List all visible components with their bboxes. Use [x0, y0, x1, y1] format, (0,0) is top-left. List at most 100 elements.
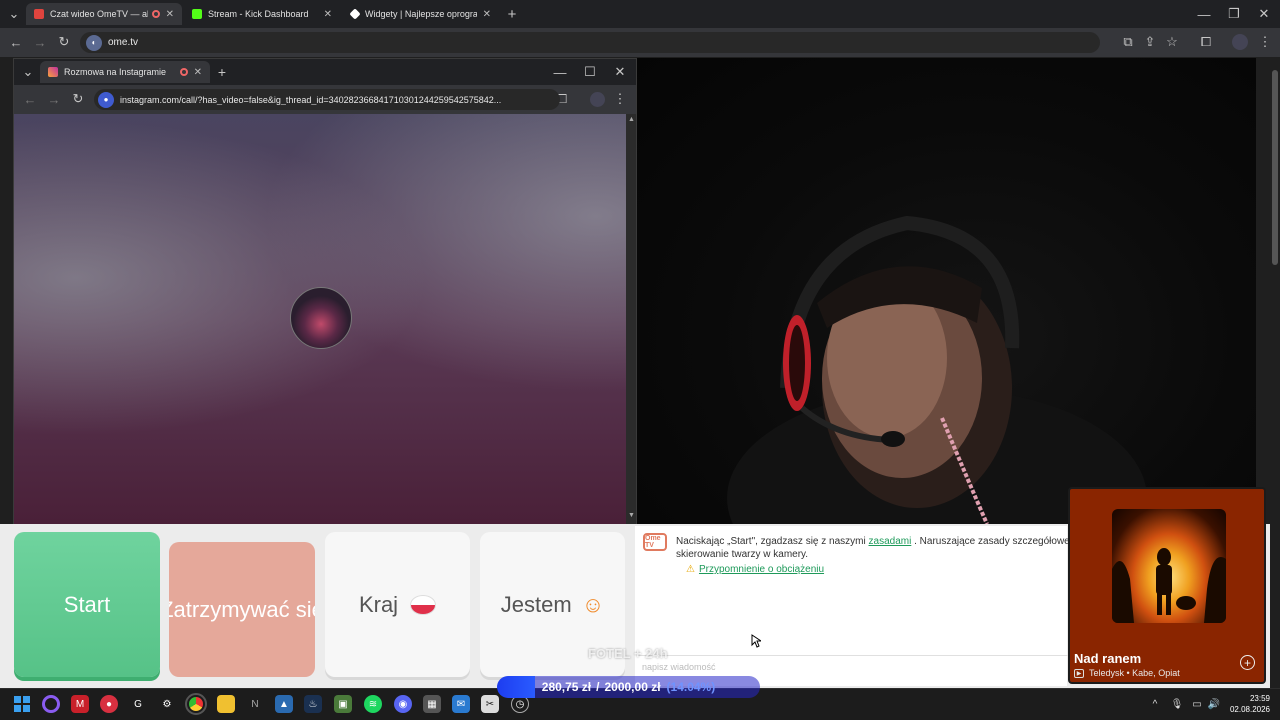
- reminder-row: ⚠ Przypomnienie o obciążeniu: [686, 564, 824, 575]
- translate-icon[interactable]: ⧉: [1120, 34, 1136, 50]
- calculator-icon[interactable]: ▦: [423, 695, 441, 713]
- boy-emoji-icon: ☺: [581, 591, 605, 617]
- url-text: instagram.com/call/?has_video=false&ig_t…: [120, 94, 502, 105]
- microphone-tray-icon[interactable]: 🎙: [1168, 695, 1186, 713]
- webcam-person-illustration: [727, 215, 1147, 524]
- file-explorer-icon[interactable]: [217, 695, 235, 713]
- windows-start-icon[interactable]: [13, 695, 31, 713]
- menu-icon[interactable]: ⋮: [1258, 34, 1272, 50]
- reload-icon[interactable]: ↻: [70, 91, 86, 107]
- clock[interactable]: 23:59 02.08.2026: [1220, 693, 1270, 715]
- notion-icon[interactable]: N: [246, 695, 264, 713]
- maximize-icon[interactable]: ☐: [582, 64, 598, 80]
- profile-avatar[interactable]: [1232, 34, 1248, 50]
- steam-icon[interactable]: ♨: [304, 695, 322, 713]
- song-artist: Teledysk • Kabe, Opiat: [1089, 668, 1180, 678]
- url-text: ome.tv: [108, 37, 139, 48]
- song-subtitle-row: ▶ Teledysk • Kabe, Opiat: [1074, 668, 1180, 678]
- new-tab-icon[interactable]: +: [214, 64, 230, 80]
- spotify-icon[interactable]: ≋: [364, 695, 382, 713]
- close-window-icon[interactable]: ✕: [1256, 6, 1272, 22]
- obs-app-icon[interactable]: ●: [100, 695, 118, 713]
- site-info-icon[interactable]: ◐: [86, 34, 102, 51]
- start-button[interactable]: Start: [14, 532, 160, 677]
- tab-title: Widgety | Najlepsze oprogram: [365, 9, 477, 19]
- tab-instagram-call[interactable]: Rozmowa na Instagramie ✕: [40, 61, 210, 83]
- add-to-library-icon[interactable]: +: [1240, 655, 1255, 670]
- close-window-icon[interactable]: ✕: [612, 64, 628, 80]
- forward-icon[interactable]: →: [46, 91, 62, 107]
- mail-icon[interactable]: ✉: [452, 695, 470, 713]
- start-label: Start: [63, 591, 111, 617]
- menu-icon[interactable]: ⋮: [614, 91, 627, 107]
- widgety-favicon-icon: [349, 8, 361, 20]
- extensions-icon[interactable]: ⧠: [1198, 34, 1214, 50]
- poland-flag-icon: [410, 594, 437, 615]
- ometv-logo-icon: Ome TV: [643, 533, 667, 551]
- app-g-icon[interactable]: G: [129, 695, 147, 713]
- goal-text-row: 280,75 zł / 2000,00 zł (14.04%): [497, 676, 760, 698]
- stop-label: Zatrzymywać się: [169, 596, 315, 622]
- goal-percent: (14.04%): [666, 680, 716, 694]
- microphone-icon[interactable]: ●: [98, 91, 114, 108]
- remote-video-blurred: [14, 114, 626, 524]
- chrome-icon[interactable]: [185, 693, 207, 715]
- rules-link[interactable]: zasadami: [869, 536, 912, 547]
- reminder-link[interactable]: Przypomnienie o obciążeniu: [699, 564, 824, 575]
- logo-text: Ome TV: [645, 535, 661, 549]
- local-webcam-video: [637, 58, 1256, 524]
- stop-button[interactable]: Zatrzymywać się: [169, 542, 315, 677]
- msi-app-icon[interactable]: M: [71, 695, 89, 713]
- outer-address-bar[interactable]: ◐ ome.tv: [80, 32, 1100, 53]
- search-app-icon[interactable]: [42, 695, 60, 713]
- page-scrollbar-thumb[interactable]: [1272, 70, 1278, 265]
- scroll-down-icon[interactable]: ▼: [628, 512, 635, 519]
- profile-avatar[interactable]: [590, 92, 605, 107]
- tab-ometv[interactable]: Czat wideo OmeTV — alter ✕: [26, 3, 182, 25]
- tab-kick[interactable]: Stream - Kick Dashboard ✕: [184, 3, 340, 25]
- close-tab-icon[interactable]: ✕: [194, 67, 202, 78]
- network-icon[interactable]: ▭: [1188, 695, 1206, 713]
- goal-current: 280,75 zł: [541, 680, 592, 694]
- time-text: 23:59: [1249, 694, 1270, 703]
- maximize-icon[interactable]: ❐: [1226, 6, 1242, 22]
- instagram-favicon-icon: [48, 67, 58, 77]
- kick-favicon-icon: [192, 9, 202, 19]
- forward-icon[interactable]: →: [32, 34, 48, 50]
- new-tab-icon[interactable]: +: [504, 6, 520, 23]
- inner-address-bar[interactable]: ● instagram.com/call/?has_video=false&ig…: [94, 89, 560, 110]
- video-play-icon: ▶: [1074, 668, 1084, 678]
- chat-divider: [638, 655, 1068, 656]
- tab-search-icon[interactable]: ⌄: [20, 64, 36, 80]
- goal-label: FOTEL + 24h: [588, 646, 668, 661]
- date-text: 02.08.2026: [1229, 705, 1270, 714]
- photos-icon[interactable]: ▲: [275, 695, 293, 713]
- bookmark-star-icon[interactable]: ☆: [1164, 34, 1180, 50]
- scroll-up-icon[interactable]: ▲: [628, 116, 635, 123]
- back-icon[interactable]: ←: [22, 91, 38, 107]
- game-app-icon[interactable]: ▣: [334, 695, 352, 713]
- minimize-icon[interactable]: —: [1196, 6, 1212, 22]
- message-input[interactable]: napisz wiadomość: [642, 662, 716, 672]
- minimize-icon[interactable]: —: [552, 64, 568, 80]
- close-tab-icon[interactable]: ✕: [324, 9, 332, 20]
- back-icon[interactable]: ←: [8, 34, 24, 50]
- scrollbar[interactable]: ▲ ▼: [626, 114, 636, 524]
- tab-title: Czat wideo OmeTV — alter: [50, 9, 148, 19]
- reload-icon[interactable]: ↻: [56, 34, 72, 50]
- close-tab-icon[interactable]: ✕: [166, 9, 174, 20]
- recording-icon: [151, 10, 160, 18]
- outer-tab-strip: ⌄ Czat wideo OmeTV — alter ✕ Stream - Ki…: [0, 0, 1280, 28]
- install-app-icon[interactable]: ⇪: [1142, 34, 1158, 50]
- instagram-call-window: ⌄ Rozmowa na Instagramie ✕ + — ☐ ✕ ← → ↻…: [13, 58, 637, 524]
- steam-like-icon[interactable]: ⚙: [158, 695, 176, 713]
- country-select-button[interactable]: Kraj: [325, 532, 470, 677]
- rules-notice: Naciskając „Start", zgadzasz się z naszy…: [676, 535, 1076, 561]
- close-tab-icon[interactable]: ✕: [483, 9, 491, 20]
- tray-chevron-icon[interactable]: ^: [1146, 695, 1164, 713]
- tab-search-icon[interactable]: ⌄: [6, 6, 22, 22]
- discord-icon[interactable]: ◉: [394, 695, 412, 713]
- tab-widgety[interactable]: Widgety | Najlepsze oprogram ✕: [343, 3, 499, 25]
- gender-label: Jestem: [500, 591, 572, 617]
- album-art: [1112, 509, 1226, 623]
